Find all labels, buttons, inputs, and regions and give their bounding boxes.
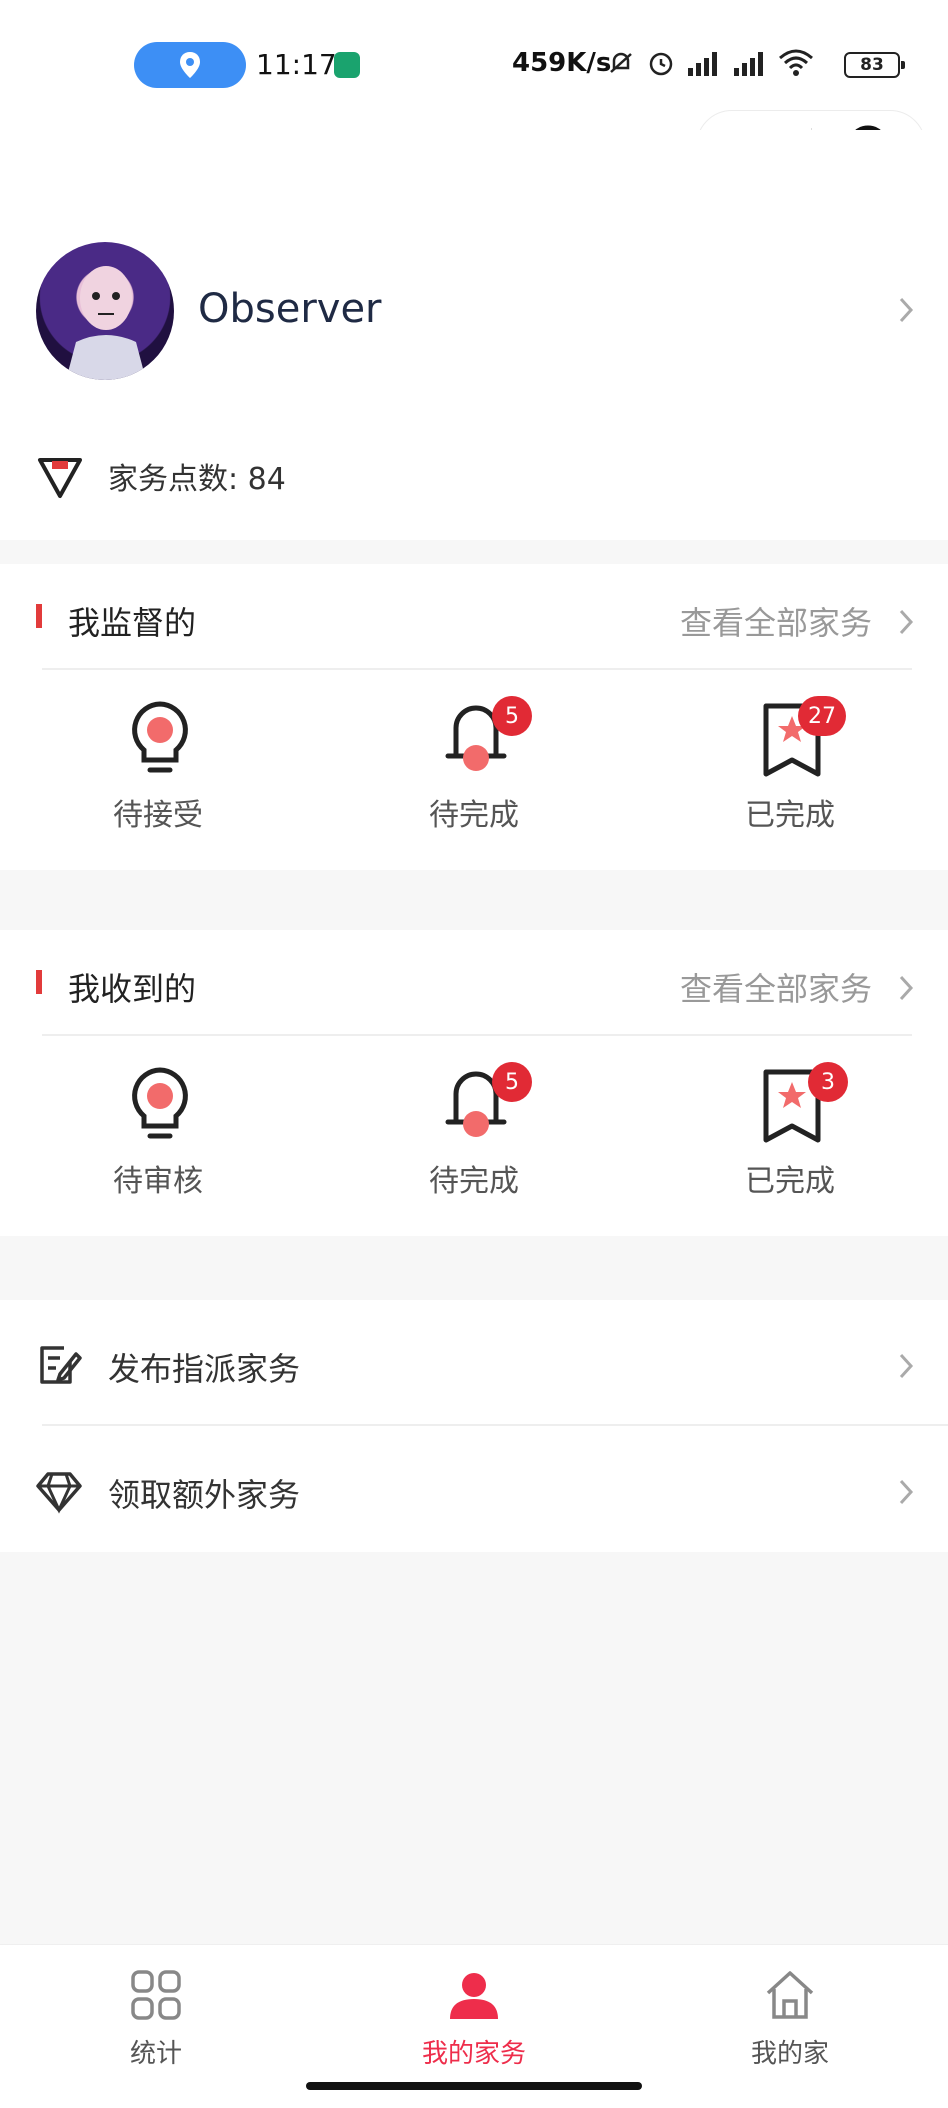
edit-note-icon: [40, 1346, 82, 1384]
stat-completed[interactable]: 27 已完成: [690, 670, 890, 870]
received-stats: 待审核 5 待完成 3 已完成: [0, 1036, 948, 1236]
stat-pending-accept[interactable]: 待接受: [58, 670, 258, 870]
chevron-right-icon: [899, 1353, 914, 1379]
view-all-link[interactable]: 查看全部家务: [680, 964, 872, 1010]
wifi-icon: [779, 49, 813, 76]
view-all-link[interactable]: 查看全部家务: [680, 598, 872, 644]
stat-pending-complete[interactable]: 5 待完成: [374, 670, 574, 870]
supervise-stats: 待接受 5 待完成 27 已完成: [0, 670, 948, 870]
supervise-section: 我监督的 查看全部家务 待接受 5 待完成 27 已完成: [0, 564, 948, 870]
chevron-right-icon[interactable]: [898, 608, 914, 636]
menu-item-assign-chore[interactable]: 发布指派家务: [0, 1300, 948, 1426]
avatar[interactable]: [36, 242, 174, 380]
tab-my-home[interactable]: 我的家: [690, 1959, 890, 2079]
stat-pending-review[interactable]: 待审核: [58, 1036, 258, 1236]
avatar-portrait-icon: [66, 266, 146, 380]
profile-card: Observer 家务点数: 84: [0, 130, 948, 540]
signal-hd-icon-2: [734, 52, 763, 76]
book-app-icon: [334, 52, 360, 78]
gem-icon: [38, 458, 82, 498]
lightbulb-icon: [132, 701, 188, 773]
count-badge: 3: [808, 1062, 848, 1102]
section-accent-bar: [36, 604, 42, 628]
alarm-icon: [649, 52, 673, 76]
chevron-right-icon[interactable]: [898, 974, 914, 1002]
menu-item-label: 发布指派家务: [108, 1350, 301, 1388]
stat-label: 待接受: [113, 798, 203, 833]
count-badge: 5: [492, 1062, 532, 1102]
stat-label: 待完成: [429, 798, 519, 833]
status-time: 11:17: [256, 48, 337, 81]
received-section: 我收到的 查看全部家务 待审核 5 待完成 3 已完成: [0, 930, 948, 1236]
stat-label: 已完成: [745, 1164, 835, 1199]
count-badge: 27: [798, 696, 846, 736]
menu-item-label: 领取额外家务: [108, 1476, 301, 1514]
grid-icon: [131, 1970, 181, 2020]
tab-my-chores[interactable]: 我的家务: [374, 1959, 574, 2079]
mute-bell-icon: [610, 52, 632, 73]
tab-statistics[interactable]: 统计: [56, 1959, 256, 2079]
chevron-right-icon[interactable]: [898, 296, 914, 324]
home-indicator: [306, 2082, 642, 2090]
diamond-icon: [36, 1472, 82, 1514]
home-icon: [766, 1971, 814, 2019]
section-title: 我监督的: [68, 604, 197, 642]
count-badge: 5: [492, 696, 532, 736]
person-icon: [450, 1973, 498, 2019]
location-pin-icon: [180, 52, 200, 78]
tab-label: 我的家务: [421, 2039, 526, 2069]
chevron-right-icon: [899, 1479, 914, 1505]
tab-label: 我的家: [750, 2039, 829, 2069]
stat-label: 待审核: [113, 1164, 203, 1199]
location-pill: [134, 42, 246, 88]
received-header[interactable]: 我收到的 查看全部家务: [0, 930, 948, 1036]
section-title: 我收到的: [68, 970, 197, 1008]
supervise-header[interactable]: 我监督的 查看全部家务: [0, 564, 948, 670]
menu-item-claim-extra[interactable]: 领取额外家务: [0, 1426, 948, 1552]
stat-pending-complete[interactable]: 5 待完成: [374, 1036, 574, 1236]
stat-completed[interactable]: 3 已完成: [690, 1036, 890, 1236]
points-label: 家务点数: 84: [108, 462, 286, 497]
lightbulb-icon: [132, 1067, 188, 1139]
stat-label: 待完成: [429, 1164, 519, 1199]
username[interactable]: Observer: [198, 286, 382, 332]
network-speed: 459K/s: [512, 48, 612, 78]
signal-hd-icon: [688, 52, 717, 76]
section-accent-bar: [36, 970, 42, 994]
stat-label: 已完成: [745, 798, 835, 833]
battery-indicator: 83: [844, 52, 905, 78]
action-menu: 发布指派家务 领取额外家务: [0, 1300, 948, 1552]
tab-label: 统计: [129, 2039, 182, 2069]
points-row: 家务点数: 84: [36, 452, 286, 500]
status-icons: [606, 48, 814, 78]
